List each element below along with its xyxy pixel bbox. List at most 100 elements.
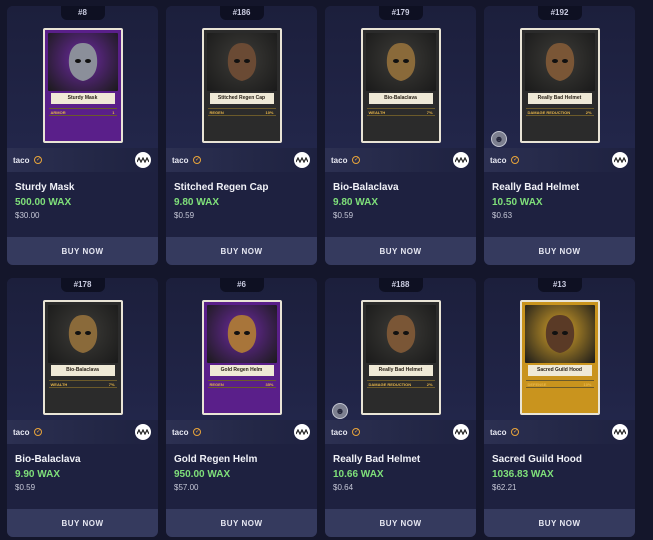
collection-name[interactable]: taco — [490, 428, 506, 437]
listing-card[interactable]: #179 Bio-Balaclava WEALTH 7% taco ✓ Bio-… — [325, 6, 476, 265]
mint-number: #192 — [537, 6, 582, 20]
nft-art — [47, 33, 118, 91]
card-preview[interactable]: #8 Sturdy Mask ARMOR 1 — [7, 6, 158, 148]
nft-art — [206, 33, 277, 91]
usd-price: $0.64 — [333, 483, 354, 492]
collection-row[interactable]: taco ✓ — [484, 420, 635, 444]
stat-label: ARMOR — [50, 109, 66, 115]
nft-card-image: Gold Regen Helm REGEN 35% — [201, 300, 282, 415]
collection-row[interactable]: taco ✓ — [166, 420, 317, 444]
nft-card-name: Really Bad Helmet — [527, 93, 592, 104]
listing-title[interactable]: Really Bad Helmet — [492, 182, 635, 193]
collection-row[interactable]: taco ✓ — [166, 148, 317, 172]
listing-title[interactable]: Sacred Guild Hood — [492, 454, 635, 465]
mint-number: #188 — [378, 278, 423, 292]
collection-row[interactable]: taco ✓ — [325, 420, 476, 444]
verified-check-icon: ✓ — [511, 156, 520, 164]
nft-art — [206, 305, 277, 363]
nft-card-name: Sturdy Mask — [50, 93, 115, 104]
mint-number: #6 — [219, 278, 264, 292]
collection-name[interactable]: taco — [490, 156, 506, 165]
collection-name[interactable]: taco — [13, 156, 29, 165]
buy-now-button[interactable]: BUY NOW — [484, 509, 635, 537]
wax-logo-icon — [453, 152, 469, 168]
verified-check-icon: ✓ — [193, 428, 202, 436]
buy-now-button[interactable]: BUY NOW — [484, 237, 635, 265]
wax-price: 9.80 WAX — [333, 197, 379, 208]
card-preview[interactable]: #192 Really Bad Helmet DAMAGE REDUCTION … — [484, 6, 635, 148]
collection-row[interactable]: taco ✓ — [484, 148, 635, 172]
listing-card[interactable]: #186 Stitched Regen Cap REGEN 10% taco ✓… — [166, 6, 317, 265]
collection-name[interactable]: taco — [172, 156, 188, 165]
stat-value: 2% — [585, 109, 592, 115]
collection-name[interactable]: taco — [13, 428, 29, 437]
helmet-icon — [68, 315, 97, 353]
nft-card-image: Sturdy Mask ARMOR 1 — [42, 28, 123, 143]
wax-price: 10.66 WAX — [333, 469, 384, 480]
mint-number: #179 — [378, 6, 423, 20]
stat-label: REGEN — [209, 109, 224, 115]
listing-card[interactable]: #8 Sturdy Mask ARMOR 1 taco ✓ Sturdy Mas… — [7, 6, 158, 265]
usd-price: $0.59 — [333, 211, 354, 220]
card-preview[interactable]: #186 Stitched Regen Cap REGEN 10% — [166, 6, 317, 148]
verified-check-icon: ✓ — [352, 156, 361, 164]
nft-card-name: Really Bad Helmet — [368, 365, 433, 376]
listing-card[interactable]: #13 Sacred Guild Hood DEFENSE 10% taco ✓… — [484, 278, 635, 537]
usd-price: $57.00 — [174, 483, 199, 492]
stat-label: WEALTH — [50, 381, 68, 387]
listing-title[interactable]: Gold Regen Helm — [174, 454, 317, 465]
mint-number: #186 — [219, 6, 264, 20]
buy-now-button[interactable]: BUY NOW — [166, 237, 317, 265]
wax-logo-icon — [294, 152, 310, 168]
wax-logo-icon — [612, 152, 628, 168]
card-preview[interactable]: #6 Gold Regen Helm REGEN 35% — [166, 278, 317, 420]
collection-row[interactable]: taco ✓ — [7, 148, 158, 172]
helmet-icon — [545, 315, 574, 353]
stat-label: REGEN — [209, 381, 224, 387]
nft-card-name: Sacred Guild Hood — [527, 365, 592, 376]
collection-name[interactable]: taco — [331, 156, 347, 165]
card-preview[interactable]: #179 Bio-Balaclava WEALTH 7% — [325, 6, 476, 148]
verified-check-icon: ✓ — [193, 156, 202, 164]
wax-logo-icon — [135, 152, 151, 168]
stat-value: 7% — [108, 381, 115, 387]
nft-card-name: Stitched Regen Cap — [209, 93, 274, 104]
listing-card[interactable]: #188 Really Bad Helmet DAMAGE REDUCTION … — [325, 278, 476, 537]
collection-name[interactable]: taco — [172, 428, 188, 437]
owner-avatar-icon[interactable]: ☻ — [332, 403, 348, 419]
nft-card-image: Really Bad Helmet DAMAGE REDUCTION 2% — [360, 300, 441, 415]
card-preview[interactable]: #178 Bio-Balaclava WEALTH 7% — [7, 278, 158, 420]
usd-price: $0.59 — [174, 211, 195, 220]
wax-price: 950.00 WAX — [174, 469, 231, 480]
collection-name[interactable]: taco — [331, 428, 347, 437]
verified-check-icon: ✓ — [511, 428, 520, 436]
buy-now-button[interactable]: BUY NOW — [7, 509, 158, 537]
nft-art — [524, 305, 595, 363]
listing-card[interactable]: #178 Bio-Balaclava WEALTH 7% taco ✓ Bio-… — [7, 278, 158, 537]
listing-title[interactable]: Bio-Balaclava — [333, 182, 476, 193]
listing-card[interactable]: #6 Gold Regen Helm REGEN 35% taco ✓ Gold… — [166, 278, 317, 537]
stat-label: DEFENSE — [527, 381, 547, 387]
card-preview[interactable]: #188 Really Bad Helmet DAMAGE REDUCTION … — [325, 278, 476, 420]
collection-row[interactable]: taco ✓ — [7, 420, 158, 444]
nft-card-name: Bio-Balaclava — [368, 93, 433, 104]
buy-now-button[interactable]: BUY NOW — [325, 509, 476, 537]
collection-row[interactable]: taco ✓ — [325, 148, 476, 172]
listing-title[interactable]: Stitched Regen Cap — [174, 182, 317, 193]
helmet-icon — [227, 315, 256, 353]
nft-card-stat: DAMAGE REDUCTION 2% — [366, 380, 435, 388]
buy-now-button[interactable]: BUY NOW — [325, 237, 476, 265]
listing-title[interactable]: Bio-Balaclava — [15, 454, 158, 465]
listing-title[interactable]: Sturdy Mask — [15, 182, 158, 193]
wax-logo-icon — [294, 424, 310, 440]
wax-logo-icon — [135, 424, 151, 440]
owner-avatar-icon[interactable]: ☻ — [491, 131, 507, 147]
listing-card[interactable]: #192 Really Bad Helmet DAMAGE REDUCTION … — [484, 6, 635, 265]
buy-now-button[interactable]: BUY NOW — [7, 237, 158, 265]
listing-title[interactable]: Really Bad Helmet — [333, 454, 476, 465]
nft-card-image: Bio-Balaclava WEALTH 7% — [360, 28, 441, 143]
card-preview[interactable]: #13 Sacred Guild Hood DEFENSE 10% — [484, 278, 635, 420]
stat-value: 10% — [265, 109, 274, 115]
buy-now-button[interactable]: BUY NOW — [166, 509, 317, 537]
wax-price: 10.50 WAX — [492, 197, 543, 208]
